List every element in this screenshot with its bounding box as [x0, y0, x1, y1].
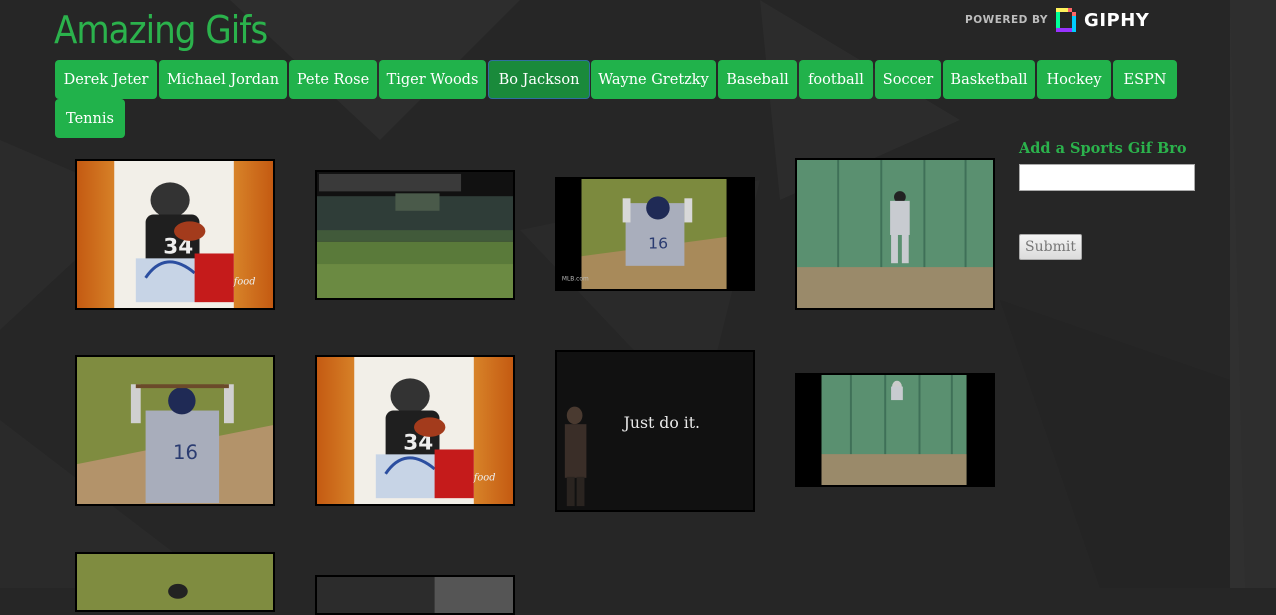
just-do-it-image: Just do it. [557, 352, 753, 510]
nav-item-hockey[interactable]: Hockey [1037, 60, 1111, 99]
gif-watermark: food [233, 277, 256, 288]
batter-image: 16 [77, 357, 273, 504]
field-image [77, 554, 273, 610]
nav-item-pete-rose[interactable]: Pete Rose [289, 60, 377, 99]
add-gif-input[interactable] [1019, 164, 1195, 191]
football-player-image: 34 food [317, 357, 513, 504]
submit-button[interactable]: Submit [1019, 234, 1082, 260]
gif-tile[interactable]: 16 MLB.com [555, 177, 755, 291]
football-player-image: 34 food [77, 161, 273, 308]
nav-item-tennis[interactable]: Tennis [55, 99, 125, 138]
nav-item-tiger-woods[interactable]: Tiger Woods [379, 60, 486, 99]
giphy-brand-text: GIPHY [1084, 9, 1150, 31]
gif-tile[interactable] [315, 170, 515, 300]
nav-item-basketball[interactable]: Basketball [943, 60, 1035, 99]
nav-item-derek-jeter[interactable]: Derek Jeter [55, 60, 157, 99]
jersey-number: 16 [648, 235, 668, 253]
nav-item-baseball[interactable]: Baseball [718, 60, 797, 99]
gif-tile[interactable] [315, 575, 515, 615]
add-gif-title: Add a Sports Gif Bro [1019, 140, 1187, 157]
giphy-logo-icon [1056, 8, 1077, 32]
page-title: Amazing Gifs [54, 8, 268, 52]
jersey-number: 16 [173, 441, 198, 464]
gif-tile[interactable]: 34 food [315, 355, 515, 506]
nav-item-espn[interactable]: ESPN [1113, 60, 1177, 99]
gif-tile[interactable]: 16 [75, 355, 275, 506]
nav-item-michael-jordan[interactable]: Michael Jordan [159, 60, 287, 99]
gif-tile[interactable] [75, 552, 275, 612]
batter-image: 16 MLB.com [557, 179, 753, 289]
dark-image [317, 577, 513, 613]
nav-item-soccer[interactable]: Soccer [875, 60, 941, 99]
gif-tile[interactable] [795, 158, 995, 310]
outfield-image [797, 160, 993, 308]
gif-watermark: MLB.com [562, 276, 589, 282]
nav-item-football[interactable]: football [799, 60, 873, 99]
gif-caption: Just do it. [622, 413, 700, 432]
gif-tile[interactable] [795, 373, 995, 487]
gif-tile[interactable]: 34 food [75, 159, 275, 310]
powered-by-giphy[interactable]: POWERED BY GIPHY [965, 6, 1149, 34]
stadium-image [317, 172, 513, 298]
gif-tile[interactable]: Just do it. [555, 350, 755, 512]
nav-item-wayne-gretzky[interactable]: Wayne Gretzky [591, 60, 716, 99]
nav-item-bo-jackson[interactable]: Bo Jackson [488, 60, 590, 99]
outfield-image [797, 375, 993, 485]
powered-by-label: POWERED BY [965, 14, 1049, 26]
gif-watermark: food [473, 473, 496, 484]
